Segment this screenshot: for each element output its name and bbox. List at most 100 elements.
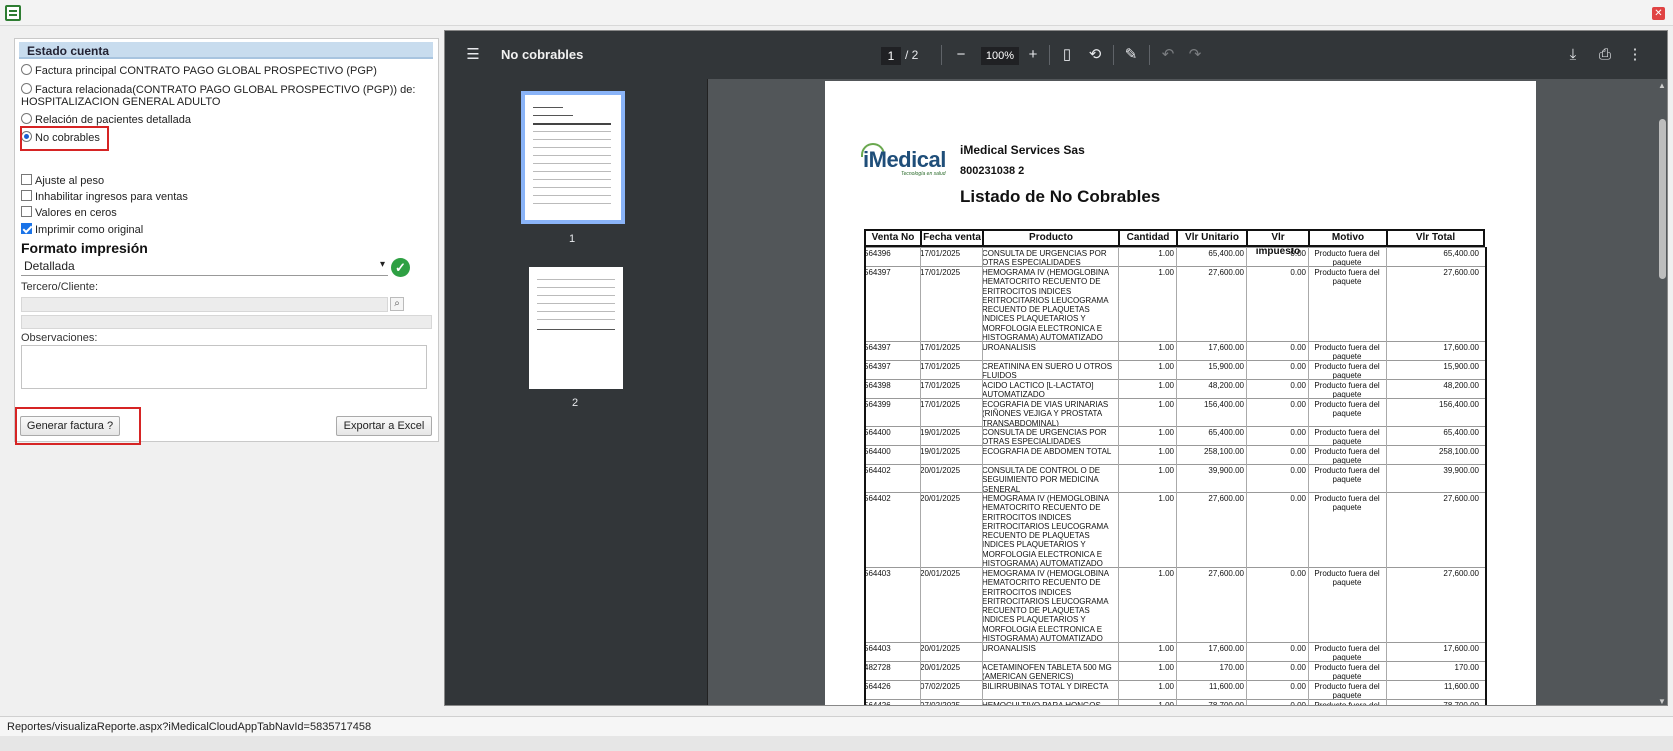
table-cell: Producto fuera del paquete	[1314, 249, 1380, 266]
zoom-input[interactable]: 100%	[981, 47, 1019, 65]
doc-title: No cobrables	[501, 47, 584, 62]
table-cell: 19/01/2025	[920, 447, 961, 456]
menu-icon[interactable]: ☰	[463, 45, 483, 65]
table-cell: 564402	[864, 466, 891, 475]
table-row: 564426 07/02/2025 HEMOCULTIVO PARA HONGOS …	[864, 699, 1485, 706]
redo-icon[interactable]: ↷	[1185, 45, 1205, 65]
checkbox-box[interactable]	[21, 190, 32, 201]
checkbox-box[interactable]	[21, 174, 32, 185]
option-factura-relacionada[interactable]: Factura relacionada(CONTRATO PAGO GLOBAL…	[21, 83, 415, 108]
table-cell: 17/01/2025	[920, 400, 961, 409]
close-icon[interactable]: ✕	[1652, 7, 1665, 20]
table-row: 564403 20/01/2025 UROANALISIS 1.00 17,600.00…	[864, 642, 1485, 661]
table-cell: 20/01/2025	[920, 466, 961, 475]
table-cell: 1.00	[1158, 447, 1174, 456]
table-header: Venta No Fecha venta Producto Cantidad V…	[864, 229, 1485, 257]
undo-icon[interactable]: ↶	[1158, 45, 1178, 65]
table-cell: 1.00	[1158, 682, 1174, 691]
table-cell: 0.00	[1290, 428, 1306, 437]
option-relacion-pacientes[interactable]: Relación de pacientes detallada	[21, 113, 191, 126]
table-cell: Producto fuera del paquete	[1314, 569, 1380, 588]
observaciones-textarea[interactable]	[21, 345, 427, 389]
search-icon[interactable]: ⌕	[390, 297, 404, 311]
checkbox-valores-ceros[interactable]: Valores en ceros	[21, 206, 117, 219]
table-cell: 258,100.00	[1438, 447, 1479, 456]
table-cell: 15,900.00	[1443, 362, 1479, 371]
table-cell: 48,200.00	[1208, 381, 1244, 390]
table-cell: 20/01/2025	[920, 663, 961, 672]
checkbox-imprimir-original[interactable]: Imprimir como original	[21, 223, 143, 236]
table-cell: 1.00	[1158, 569, 1174, 578]
col-producto: Producto	[984, 231, 1120, 245]
table-cell: 0.00	[1290, 447, 1306, 456]
table-cell: 170.00	[1219, 663, 1244, 672]
checkbox-ajuste-peso[interactable]: Ajuste al peso	[21, 174, 104, 187]
scroll-thumb[interactable]	[1659, 119, 1666, 279]
option-factura-principal[interactable]: Factura principal CONTRATO PAGO GLOBAL P…	[21, 64, 377, 77]
table-cell: 20/01/2025	[920, 494, 961, 503]
table-cell: Producto fuera del paquete	[1314, 268, 1380, 287]
table-left-border	[864, 247, 866, 705]
checkbox-box[interactable]	[21, 223, 32, 234]
table-row: 564397 17/01/2025 UROANALISIS 1.00 17,600.00…	[864, 341, 1485, 360]
more-options-icon[interactable]: ⋮	[1625, 45, 1645, 65]
table-row: 564400 19/01/2025 ECOGRAFIA DE ABDOMEN TOT…	[864, 445, 1485, 464]
thumbnail-sidebar: 1 2	[445, 79, 708, 705]
table-cell: 19/01/2025	[920, 428, 961, 437]
table-cell: 564397	[864, 362, 891, 371]
annotate-icon[interactable]: ✎	[1121, 45, 1141, 65]
table-cell: 0.00	[1290, 466, 1306, 475]
table-cell: 1.00	[1158, 400, 1174, 409]
check-ok-icon[interactable]: ✓	[391, 258, 410, 277]
table-cell: Producto fuera del paquete	[1314, 494, 1380, 513]
column-separator	[1308, 247, 1309, 705]
tercero-input[interactable]	[21, 297, 388, 312]
table-cell: 564398	[864, 381, 891, 390]
format-select[interactable]: Detallada ▾	[21, 258, 388, 276]
page-number-input[interactable]: 1	[881, 47, 901, 65]
scroll-up-icon[interactable]: ▲	[1658, 81, 1666, 90]
zoom-out-icon[interactable]: −	[951, 45, 971, 65]
table-cell: Producto fuera del	[1314, 701, 1380, 706]
table-cell: 20/01/2025	[920, 644, 961, 653]
download-icon[interactable]: ⤓	[1563, 45, 1583, 65]
column-separator	[982, 247, 983, 705]
thumbnail-page-2[interactable]	[529, 267, 623, 389]
thumbnail-page-1[interactable]	[521, 91, 625, 224]
table-cell: Producto fuera del paquete	[1314, 682, 1380, 699]
table-cell: 1.00	[1158, 466, 1174, 475]
radio-factura-relacionada[interactable]	[21, 83, 32, 94]
checkbox-box[interactable]	[21, 206, 32, 217]
table-cell: 11,600.00	[1209, 682, 1244, 691]
vertical-scrollbar[interactable]: ▲ ▼	[1655, 79, 1667, 705]
table-row: 564397 17/01/2025 HEMOGRAMA IV (HEMOGLOBIN…	[864, 266, 1485, 341]
table-cell: BILIRRUBINAS TOTAL Y DIRECTA	[982, 682, 1109, 691]
table-cell: 1.00	[1158, 343, 1174, 352]
table-cell: 17,600.00	[1208, 644, 1244, 653]
table-cell: 17,600.00	[1443, 343, 1479, 352]
table-cell: 1.00	[1158, 701, 1174, 706]
toolbar-divider	[941, 45, 942, 65]
bottom-strip	[0, 736, 1673, 751]
table-cell: 564400	[864, 428, 891, 437]
table-cell: ACETAMINOFEN TABLETA 500 MG (AMERICAN GE…	[982, 663, 1112, 680]
scroll-down-icon[interactable]: ▼	[1658, 697, 1666, 705]
zoom-in-icon[interactable]: +	[1023, 45, 1043, 65]
table-cell: CONSULTA DE URGENCIAS POR OTRAS ESPECIAL…	[982, 249, 1107, 266]
radio-factura-principal[interactable]	[21, 64, 32, 75]
table-cell: HEMOGRAMA IV (HEMOGLOBINA HEMATOCRITO RE…	[982, 569, 1109, 642]
exportar-excel-button[interactable]: Exportar a Excel	[336, 416, 432, 436]
print-icon[interactable]: ⎙	[1595, 45, 1615, 65]
table-cell: Producto fuera del paquete	[1314, 381, 1380, 398]
window-titlebar: ✕	[0, 0, 1673, 26]
radio-relacion-pacientes[interactable]	[21, 113, 32, 124]
table-cell: 27,600.00	[1443, 494, 1479, 503]
table-cell: 78,700.00	[1208, 701, 1244, 706]
rotate-icon[interactable]: ⟲	[1085, 45, 1105, 65]
table-cell: 0.00	[1290, 343, 1306, 352]
col-fecha: Fecha venta	[922, 231, 984, 245]
fit-page-icon[interactable]: ▯	[1057, 45, 1077, 65]
table-cell: HEMOCULTIVO PARA HONGOS CADA	[982, 701, 1101, 706]
table-cell: 1.00	[1158, 362, 1174, 371]
checkbox-inhabilitar-ingresos[interactable]: Inhabilitar ingresos para ventas	[21, 190, 188, 203]
